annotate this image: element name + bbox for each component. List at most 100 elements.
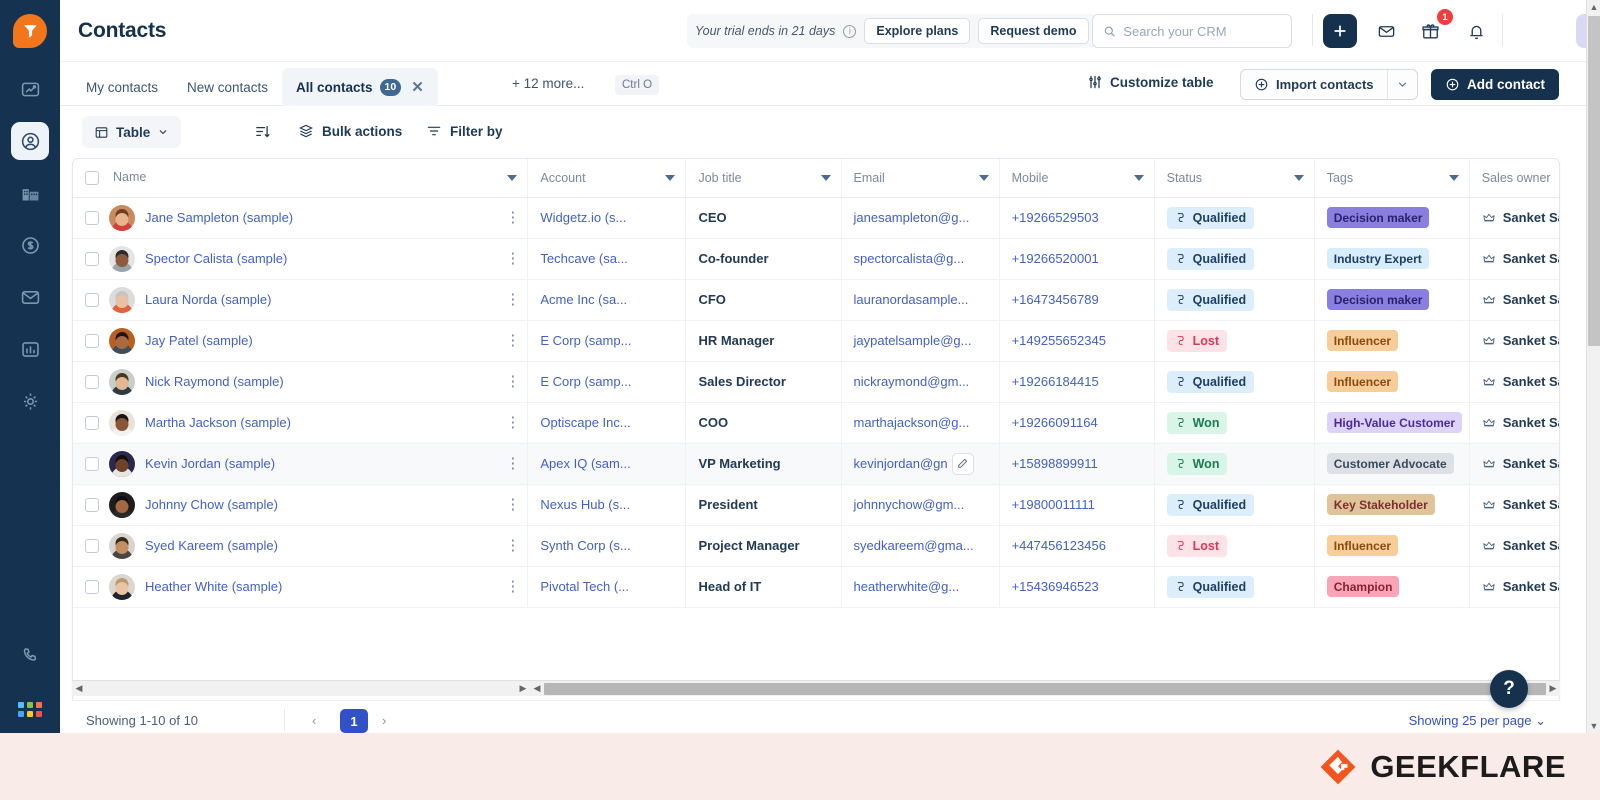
row-select-checkbox[interactable] (85, 415, 99, 430)
info-icon[interactable]: i (843, 24, 857, 38)
per-page-selector[interactable]: Showing 25 per page ⌄ (1409, 713, 1546, 729)
column-sort-caret[interactable] (820, 174, 831, 181)
row-select-checkbox[interactable] (85, 292, 99, 307)
table-row[interactable]: Nick Raymond (sample) ⋮ E Corp (samp... Sal… (73, 361, 1559, 403)
help-fab[interactable]: ? (1490, 670, 1528, 708)
status-badge[interactable]: Lost (1166, 329, 1227, 352)
tag-badge[interactable]: Decision maker (1326, 207, 1430, 228)
sidebar-item-reports[interactable] (11, 330, 49, 368)
column-header-name[interactable]: Name (73, 159, 529, 198)
global-search[interactable] (1092, 14, 1292, 48)
account-link[interactable]: Pivotal Tech (... (540, 579, 629, 594)
account-link[interactable]: Acme Inc (sa... (540, 292, 627, 307)
column-header-status[interactable]: Status (1154, 159, 1315, 198)
request-demo-button[interactable]: Request demo (978, 18, 1089, 44)
row-select-checkbox[interactable] (85, 497, 99, 512)
contact-email-link[interactable]: lauranordasample... (854, 292, 969, 307)
quick-add-button[interactable] (1323, 14, 1357, 48)
edit-email-button[interactable] (951, 452, 974, 475)
more-tabs-button[interactable]: + 12 more... (512, 76, 584, 91)
status-badge[interactable]: Qualified (1166, 288, 1255, 311)
table-row[interactable]: Jay Patel (sample) ⋮ E Corp (samp... HR Man… (73, 320, 1559, 362)
sidebar-item-deals[interactable] (11, 226, 49, 264)
column-sort-caret[interactable] (507, 174, 518, 181)
tag-badge[interactable]: Customer Advocate (1326, 453, 1454, 474)
tag-badge[interactable]: Champion (1326, 576, 1400, 597)
tab-my-contacts[interactable]: My contacts (72, 68, 172, 106)
scroll-up-arrow[interactable]: ▲ (1587, 0, 1600, 14)
tag-badge[interactable]: Key Stakeholder (1326, 494, 1435, 515)
column-header-email[interactable]: Email (841, 159, 1000, 198)
row-select-checkbox[interactable] (85, 210, 99, 225)
contact-email-link[interactable]: jaypatelsample@g... (854, 333, 972, 348)
sales-owner[interactable]: Sanket Sarw (1482, 579, 1559, 594)
contact-name-link[interactable]: Jane Sampleton (sample) (145, 210, 293, 225)
scroll-left-arrow[interactable]: ◀ (72, 683, 86, 694)
tag-badge[interactable]: Influencer (1326, 371, 1399, 392)
contact-name-link[interactable]: Jay Patel (sample) (145, 333, 253, 348)
sales-owner[interactable]: Sanket Sarw (1482, 333, 1559, 348)
account-link[interactable]: Optiscape Inc... (540, 415, 630, 430)
column-header-mobile[interactable]: Mobile (999, 159, 1155, 198)
row-select-checkbox[interactable] (85, 333, 99, 348)
row-select-checkbox[interactable] (85, 579, 99, 594)
row-select-checkbox[interactable] (85, 538, 99, 553)
contact-name-link[interactable]: Kevin Jordan (sample) (145, 456, 275, 471)
tag-badge[interactable]: Decision maker (1326, 289, 1430, 310)
tag-badge[interactable]: High-Value Customer (1326, 412, 1463, 433)
contact-name-link[interactable]: Laura Norda (sample) (145, 292, 271, 307)
table-row[interactable]: Jane Sampleton (sample) ⋮ Widgetz.io (s...… (73, 197, 1559, 239)
status-badge[interactable]: Won (1166, 411, 1228, 434)
account-link[interactable]: Apex IQ (sam... (540, 456, 630, 471)
contact-name-link[interactable]: Martha Jackson (sample) (145, 415, 291, 430)
vscroll-thumb[interactable] (1588, 16, 1600, 346)
contact-email-link[interactable]: johnnychow@gm... (854, 497, 965, 512)
row-select-checkbox[interactable] (85, 374, 99, 389)
kebab-menu-icon[interactable]: ⋮ (505, 497, 520, 512)
page-vertical-scrollbar[interactable]: ▲ ▼ (1586, 0, 1600, 733)
column-header-sales-owner[interactable]: Sales owner (1469, 159, 1559, 198)
tag-badge[interactable]: Influencer (1326, 535, 1399, 556)
select-all-checkbox[interactable] (85, 171, 99, 186)
table-row[interactable]: Johnny Chow (sample) ⋮ Nexus Hub (s... Pres… (73, 484, 1559, 526)
table-horizontal-scrollbar[interactable]: ◀ ▶ ◀ ▶ (72, 680, 1560, 696)
contact-email-link[interactable]: janesampleton@g... (854, 210, 970, 225)
kebab-menu-icon[interactable]: ⋮ (505, 579, 520, 594)
search-input[interactable] (1123, 23, 1281, 39)
column-header-job-title[interactable]: Job title (685, 159, 842, 198)
contact-name-link[interactable]: Nick Raymond (sample) (145, 374, 284, 389)
sidebar-item-phone[interactable] (11, 636, 49, 674)
mobile-link[interactable]: +447456123456 (1012, 538, 1106, 553)
import-contacts-button[interactable]: Import contacts (1241, 70, 1387, 99)
contact-email-link[interactable]: spectorcalista@g... (854, 251, 965, 266)
status-badge[interactable]: Qualified (1166, 206, 1255, 229)
table-row[interactable]: Laura Norda (sample) ⋮ Acme Inc (sa... CFO l… (73, 279, 1559, 321)
mobile-link[interactable]: +149255652345 (1012, 333, 1106, 348)
sidebar-item-accounts[interactable] (11, 174, 49, 212)
sales-owner[interactable]: Sanket Sarw (1482, 251, 1559, 266)
row-select-checkbox[interactable] (85, 456, 99, 471)
scroll-right-arrow-inner[interactable]: ▶ (516, 683, 530, 694)
account-link[interactable]: Techcave (sa... (540, 251, 627, 266)
tag-badge[interactable]: Influencer (1326, 330, 1399, 351)
kebab-menu-icon[interactable]: ⋮ (505, 251, 520, 266)
sales-owner[interactable]: Sanket Sarw (1482, 415, 1559, 430)
status-badge[interactable]: Lost (1166, 534, 1227, 557)
tab-all-contacts[interactable]: All contacts 10 ✕ (282, 68, 438, 106)
column-header-tags[interactable]: Tags (1314, 159, 1470, 198)
kebab-menu-icon[interactable]: ⋮ (505, 538, 520, 553)
view-type-selector[interactable]: Table (82, 116, 182, 148)
contact-name-link[interactable]: Johnny Chow (sample) (145, 497, 278, 512)
table-row[interactable]: Heather White (sample) ⋮ Pivotal Tech (...… (73, 566, 1559, 608)
contact-name-link[interactable]: Spector Calista (sample) (145, 251, 287, 266)
contact-email-link[interactable]: syedkareem@gma... (854, 538, 974, 553)
mobile-link[interactable]: +19266091164 (1012, 415, 1098, 430)
app-grid-icon[interactable] (18, 702, 42, 717)
kebab-menu-icon[interactable]: ⋮ (505, 292, 520, 307)
scroll-left-arrow-inner[interactable]: ◀ (530, 683, 544, 694)
mobile-link[interactable]: +19266184415 (1012, 374, 1099, 389)
sidebar-item-contacts[interactable] (11, 122, 49, 160)
status-badge[interactable]: Qualified (1166, 575, 1255, 598)
column-sort-caret[interactable] (978, 174, 989, 181)
app-logo[interactable] (13, 14, 47, 48)
